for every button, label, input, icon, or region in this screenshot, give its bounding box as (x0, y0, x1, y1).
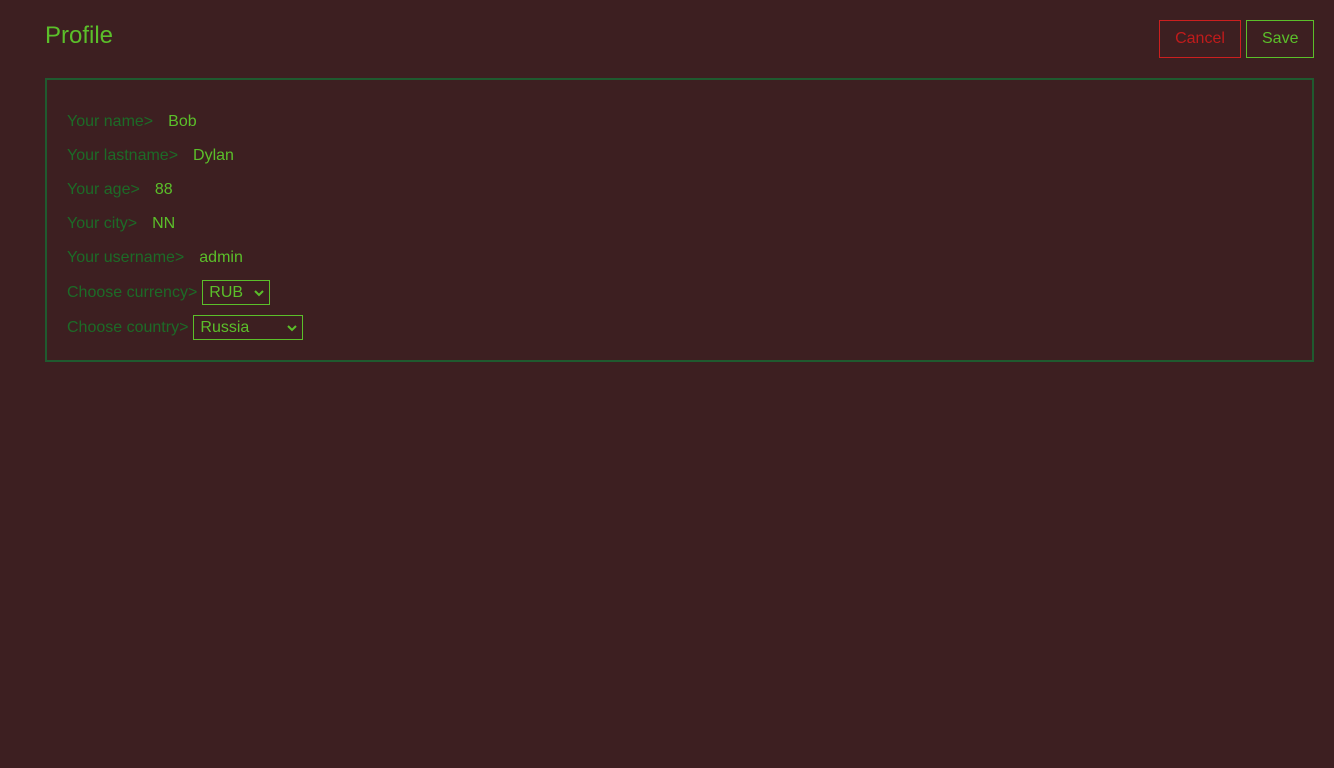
currency-select[interactable]: RUB (202, 280, 271, 305)
field-row-lastname: Your lastname> Dylan (67, 146, 234, 166)
currency-row: Choose currency> RUB (67, 280, 271, 305)
field-label-city: Your city> (67, 215, 138, 232)
country-label: Choose country> (67, 318, 189, 336)
field-row-name: Your name> Bob (67, 112, 197, 132)
field-value-username[interactable]: admin (199, 248, 243, 268)
header-actions: Cancel Save (1159, 20, 1314, 58)
country-selected-value: Russia (200, 318, 250, 336)
field-value-name[interactable]: Bob (168, 112, 196, 132)
field-label-name: Your name> (67, 113, 154, 130)
country-select[interactable]: Russia (193, 315, 304, 340)
field-row-username: Your username> admin (67, 248, 243, 268)
currency-selected-value: RUB (209, 283, 244, 301)
field-label-lastname: Your lastname> (67, 147, 179, 164)
field-row-city: Your city> NN (67, 214, 175, 234)
profile-page: Profile Cancel Save Your name> Bob Your … (0, 0, 1334, 768)
field-label-age: Your age> (67, 181, 140, 198)
field-label-username: Your username> (67, 249, 185, 266)
field-value-city[interactable]: NN (152, 214, 175, 234)
page-title: Profile (45, 22, 114, 49)
country-row: Choose country> Russia (67, 315, 304, 340)
chevron-down-icon (253, 287, 265, 299)
field-value-lastname[interactable]: Dylan (193, 146, 234, 166)
currency-label: Choose currency> (67, 283, 198, 301)
field-row-age: Your age> 88 (67, 180, 173, 200)
profile-panel: Your name> Bob Your lastname> Dylan Your… (45, 78, 1314, 362)
save-button[interactable]: Save (1246, 20, 1314, 58)
cancel-button[interactable]: Cancel (1159, 20, 1241, 58)
chevron-down-icon (286, 322, 298, 334)
field-value-age[interactable]: 88 (155, 180, 173, 200)
